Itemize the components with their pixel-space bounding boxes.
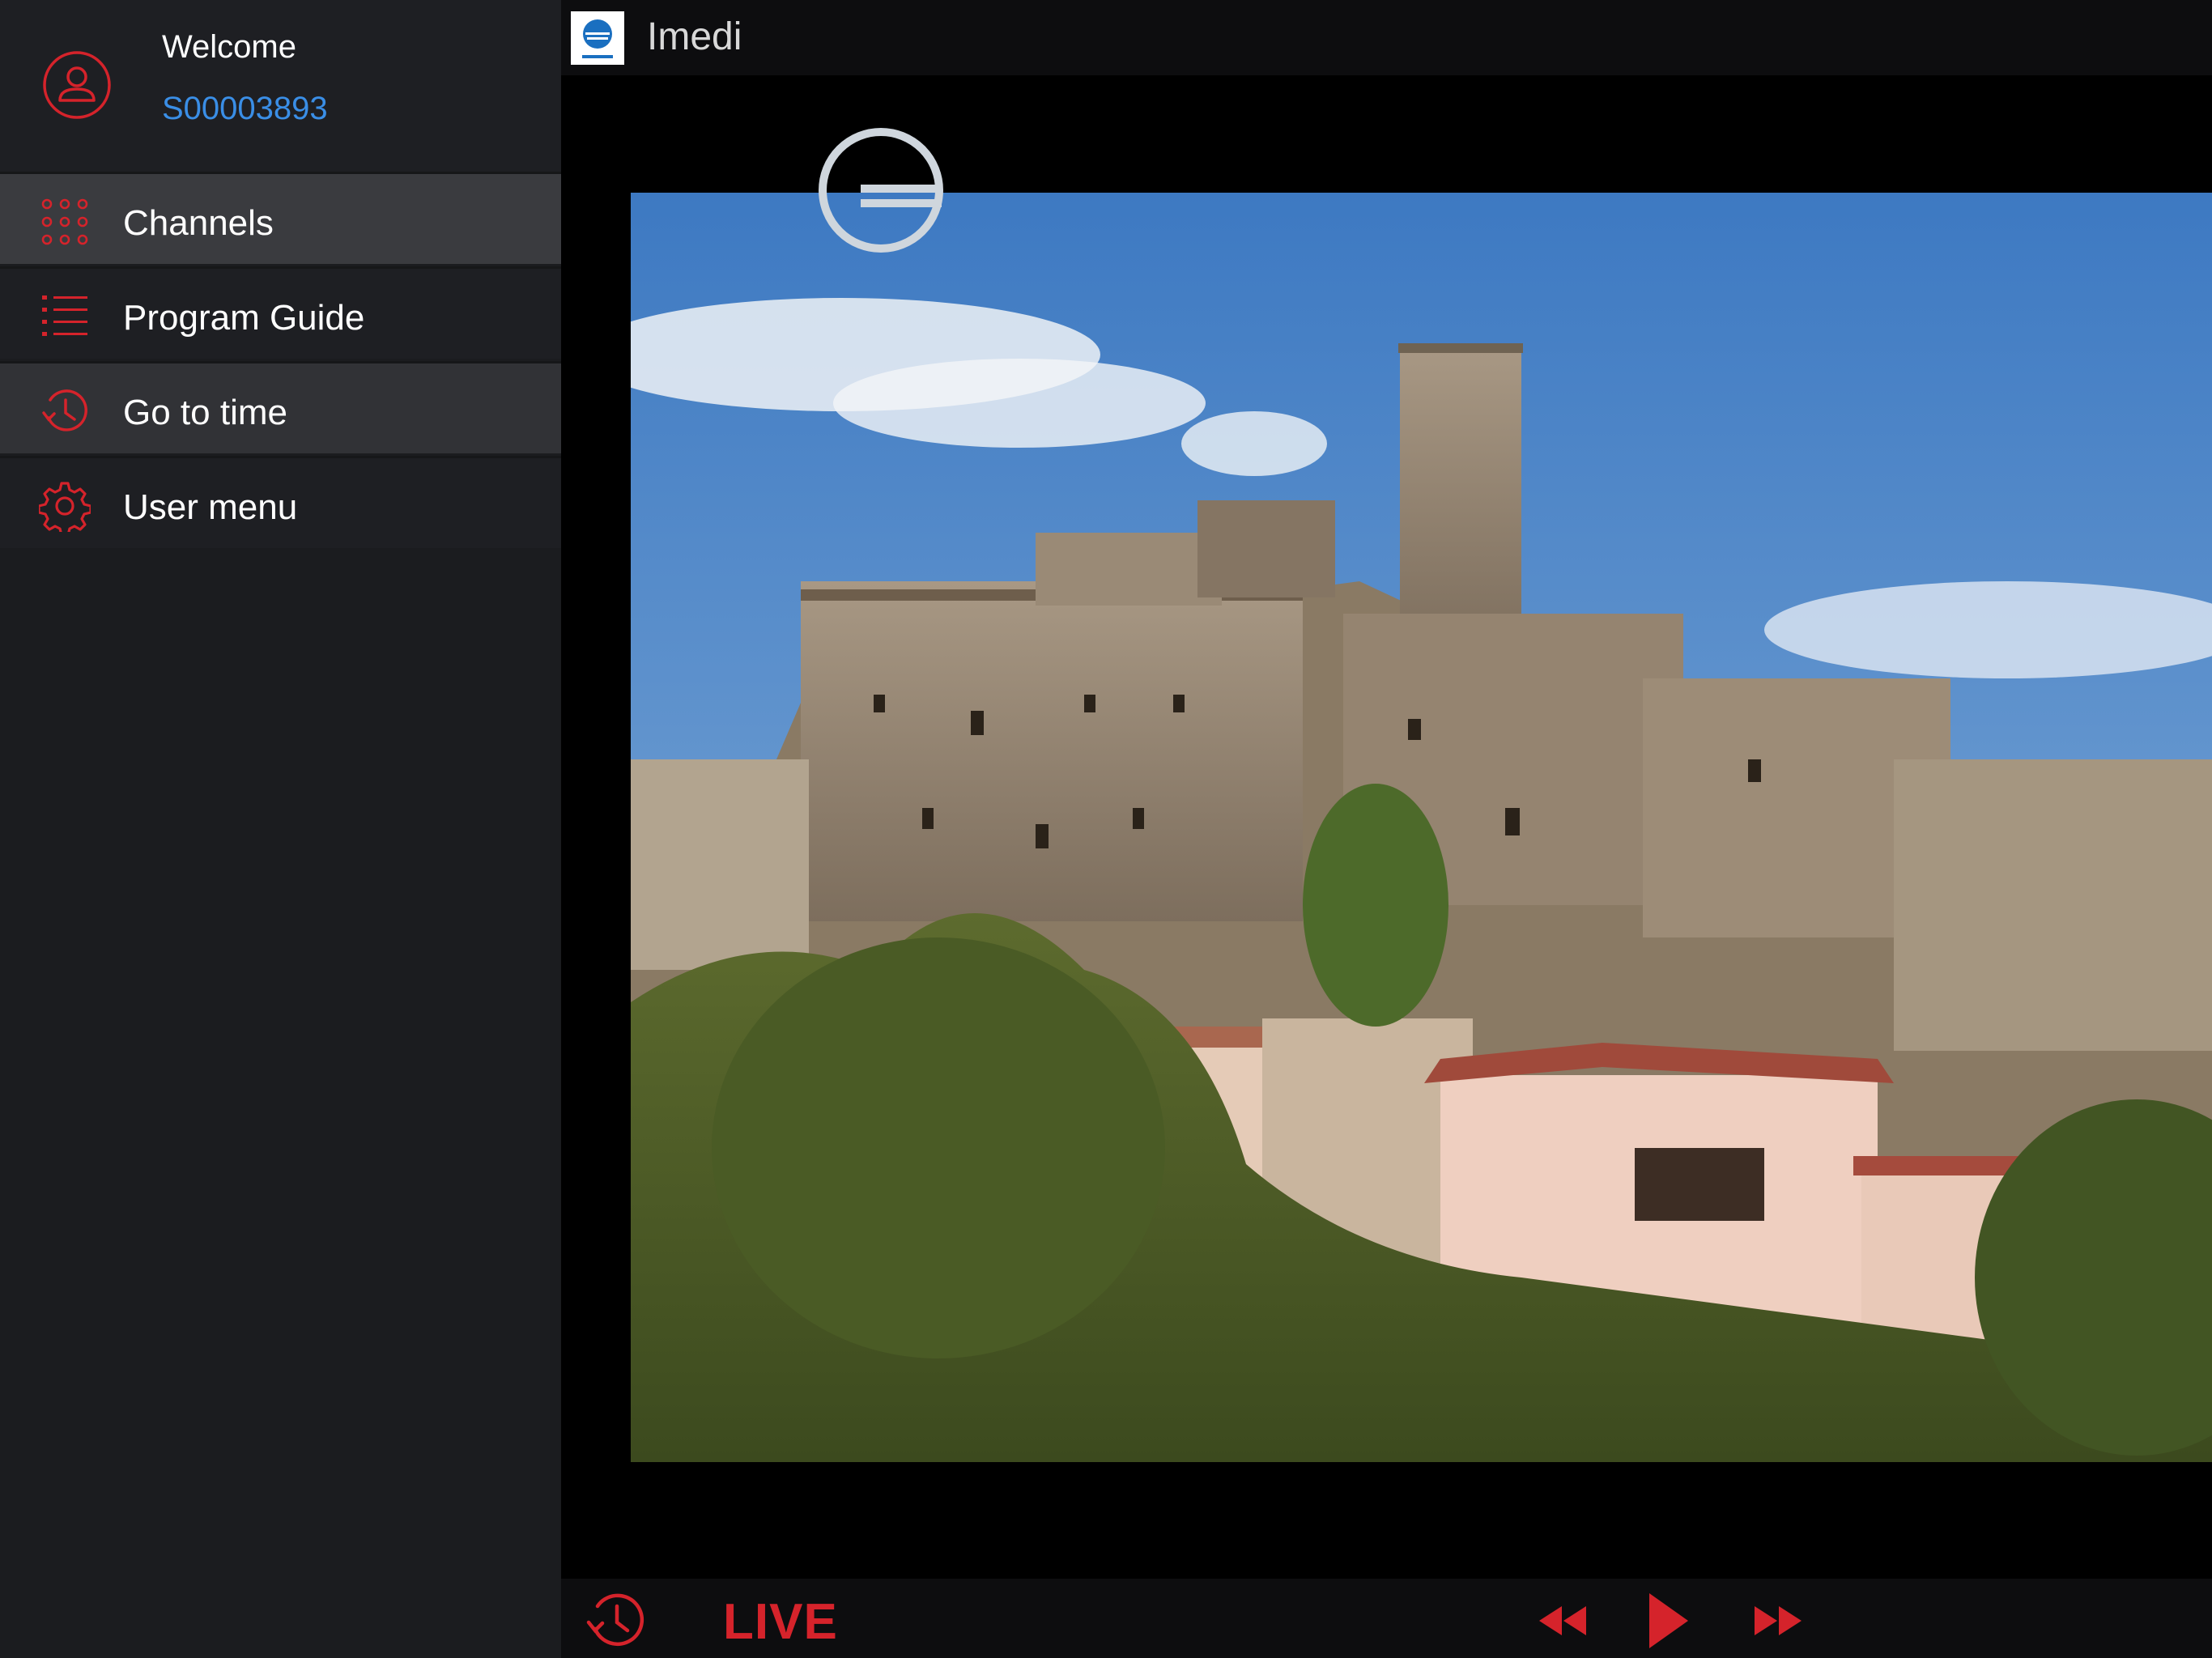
- channel-watermark-icon: [819, 128, 943, 253]
- list-icon: [42, 295, 87, 336]
- user-avatar-icon: [43, 51, 111, 119]
- player-area: Imedi LIVE: [561, 0, 2212, 1658]
- video-frame[interactable]: [631, 193, 2212, 1462]
- gear-icon: [39, 482, 91, 532]
- play-icon[interactable]: [1646, 1590, 1691, 1652]
- grid-icon: [41, 198, 88, 245]
- sidebar-item-program-guide[interactable]: Program Guide: [0, 266, 561, 359]
- player-header: Imedi: [561, 0, 2212, 75]
- sidebar-item-go-to-time[interactable]: Go to time: [0, 361, 561, 453]
- video-scene-image: [631, 193, 2212, 1462]
- sidebar-item-label: Channels: [123, 203, 274, 243]
- sidebar-item-label: User menu: [123, 487, 298, 527]
- user-id-text: S00003893: [162, 91, 328, 126]
- sidebar-item-label: Go to time: [123, 393, 287, 432]
- sidebar: Welcome S00003893 Channels Program Guide…: [0, 0, 561, 1658]
- sidebar-item-label: Program Guide: [123, 298, 365, 338]
- rewind-icon[interactable]: [1536, 1603, 1588, 1639]
- app-window: Welcome S00003893 Channels Program Guide…: [0, 0, 2212, 1658]
- history-icon[interactable]: [584, 1588, 649, 1653]
- player-controls: LIVE: [561, 1579, 2212, 1658]
- channel-logo: [571, 11, 624, 65]
- welcome-text: Welcome: [162, 29, 296, 65]
- sidebar-item-user-menu[interactable]: User menu: [0, 456, 561, 548]
- channel-name: Imedi: [647, 15, 742, 58]
- live-label[interactable]: LIVE: [723, 1593, 838, 1651]
- profile-header[interactable]: Welcome S00003893: [0, 0, 561, 172]
- sidebar-item-channels[interactable]: Channels: [0, 172, 561, 264]
- clock-history-icon: [42, 389, 87, 432]
- fast-forward-icon[interactable]: [1753, 1603, 1805, 1639]
